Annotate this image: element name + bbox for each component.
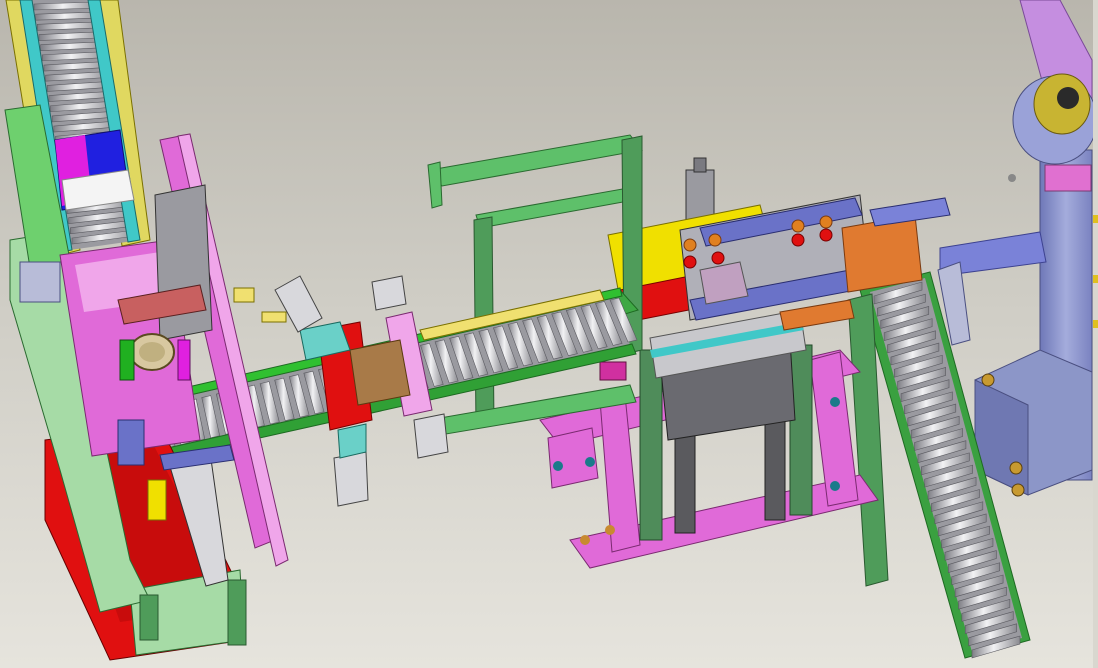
edge-marker-1	[1093, 215, 1098, 223]
cad-model-view	[4, 0, 1098, 661]
edge-marker-2	[1093, 275, 1098, 283]
edge-marker-3	[1093, 320, 1098, 328]
cad-viewport[interactable]	[0, 0, 1098, 668]
right-edge-panel	[1093, 0, 1098, 668]
